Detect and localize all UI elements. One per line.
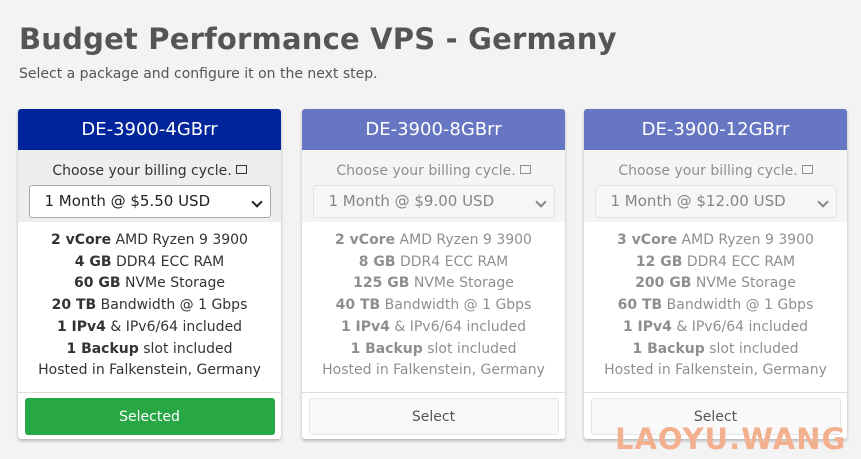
feature-location: Hosted in Falkenstein, Germany bbox=[38, 362, 261, 379]
feature-cpu: 3 vCore AMD Ryzen 9 3900 bbox=[617, 232, 814, 248]
feature-backup: 1 Backup slot included bbox=[66, 340, 233, 357]
feature-backup: 1 Backup slot included bbox=[632, 340, 799, 357]
billing-cycle-select[interactable]: 1 Month @ $5.50 USD bbox=[28, 185, 271, 218]
billing-cycle-label: Choose your billing cycle. bbox=[618, 163, 798, 179]
info-icon[interactable] bbox=[235, 165, 247, 174]
feature-bandwidth: 40 TB Bandwidth @ 1 Gbps bbox=[335, 297, 532, 314]
package-card-de-3900-12gbrr[interactable]: DE-3900-12GBrr Choose your billing cycle… bbox=[584, 109, 847, 439]
divider bbox=[302, 391, 565, 393]
divider bbox=[584, 391, 847, 393]
feature-cpu: 2 vCore AMD Ryzen 9 3900 bbox=[51, 232, 248, 248]
billing-cycle-label: Choose your billing cycle. bbox=[336, 163, 516, 179]
billing-cycle-value: 1 Month @ $12.00 USD bbox=[610, 192, 786, 210]
watermark: LAOYU.WANG bbox=[615, 422, 847, 456]
info-icon[interactable] bbox=[801, 165, 813, 174]
package-card-de-3900-4gbrr[interactable]: DE-3900-4GBrr Choose your billing cycle.… bbox=[18, 109, 281, 439]
package-name: DE-3900-8GBrr bbox=[302, 109, 565, 150]
feature-ip: 1 IPv4 & IPv6/64 included bbox=[622, 318, 809, 335]
page-title: Budget Performance VPS - Germany bbox=[19, 22, 617, 56]
feature-list: 2 vCore AMD Ryzen 9 3900 8 GB DDR4 ECC R… bbox=[302, 222, 565, 382]
feature-storage: 125 GB NVMe Storage bbox=[353, 275, 514, 292]
feature-storage: 200 GB NVMe Storage bbox=[635, 275, 796, 292]
feature-storage: 60 GB NVMe Storage bbox=[74, 275, 225, 292]
billing-cycle-select[interactable]: 1 Month @ $12.00 USD bbox=[594, 185, 837, 218]
chevron-down-icon bbox=[534, 196, 547, 208]
feature-ram: 8 GB DDR4 ECC RAM bbox=[358, 253, 509, 270]
feature-location: Hosted in Falkenstein, Germany bbox=[322, 362, 545, 379]
billing-cycle-value: 1 Month @ $5.50 USD bbox=[44, 192, 211, 210]
chevron-down-icon bbox=[250, 196, 263, 208]
package-name: DE-3900-12GBrr bbox=[584, 109, 847, 150]
feature-backup: 1 Backup slot included bbox=[350, 340, 517, 357]
billing-cycle-label: Choose your billing cycle. bbox=[52, 163, 232, 179]
page-subtitle: Select a package and configure it on the… bbox=[19, 66, 378, 82]
feature-list: 2 vCore AMD Ryzen 9 3900 4 GB DDR4 ECC R… bbox=[18, 222, 281, 382]
feature-cpu: 2 vCore AMD Ryzen 9 3900 bbox=[335, 232, 532, 248]
feature-ip: 1 IPv4 & IPv6/64 included bbox=[56, 318, 243, 335]
billing-cycle-select[interactable]: 1 Month @ $9.00 USD bbox=[312, 185, 555, 218]
feature-ram: 12 GB DDR4 ECC RAM bbox=[635, 253, 796, 270]
select-button[interactable]: Select bbox=[308, 397, 559, 435]
feature-ip: 1 IPv4 & IPv6/64 included bbox=[340, 318, 527, 335]
divider bbox=[18, 391, 281, 393]
selected-button[interactable]: Selected bbox=[24, 397, 275, 435]
billing-cycle-section: Choose your billing cycle. 1 Month @ $9.… bbox=[302, 150, 565, 222]
feature-ram: 4 GB DDR4 ECC RAM bbox=[74, 253, 225, 270]
feature-location: Hosted in Falkenstein, Germany bbox=[604, 362, 827, 379]
feature-list: 3 vCore AMD Ryzen 9 3900 12 GB DDR4 ECC … bbox=[584, 222, 847, 382]
chevron-down-icon bbox=[816, 196, 829, 208]
feature-bandwidth: 60 TB Bandwidth @ 1 Gbps bbox=[617, 297, 814, 314]
billing-cycle-section: Choose your billing cycle. 1 Month @ $5.… bbox=[18, 150, 281, 222]
info-icon[interactable] bbox=[519, 165, 531, 174]
package-name: DE-3900-4GBrr bbox=[18, 109, 281, 150]
billing-cycle-value: 1 Month @ $9.00 USD bbox=[328, 192, 495, 210]
billing-cycle-section: Choose your billing cycle. 1 Month @ $12… bbox=[584, 150, 847, 222]
feature-bandwidth: 20 TB Bandwidth @ 1 Gbps bbox=[51, 297, 248, 314]
package-card-de-3900-8gbrr[interactable]: DE-3900-8GBrr Choose your billing cycle.… bbox=[302, 109, 565, 439]
